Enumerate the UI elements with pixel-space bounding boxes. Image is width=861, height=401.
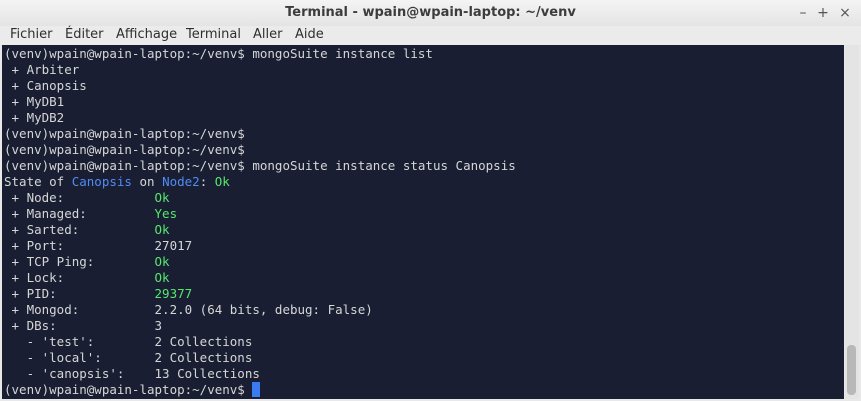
menu-aller[interactable]: Aller [253,27,282,42]
terminal-text: on [131,174,163,189]
terminal-line: (venv)wpain@wpain-laptop:~/venv$ [4,142,245,158]
terminal-text: Node2 [162,174,200,189]
scrollbar-thumb[interactable] [847,345,856,395]
terminal-text: + MyDB1 [4,94,65,109]
menu-bar: Fichier Éditer Affichage Terminal Aller … [0,26,861,45]
terminal-text: Ok [154,222,170,237]
close-icon[interactable]: × [835,3,855,23]
menu-editer[interactable]: Éditer [65,27,104,42]
terminal-text: : [199,174,215,189]
terminal-line: - 'local': 2 Collections [4,350,253,366]
menu-aide[interactable]: Aide [295,27,324,42]
terminal-line: + Arbiter [4,62,80,78]
terminal-text: + PID: [4,286,155,301]
terminal-text: Ok [154,270,170,285]
terminal-text: Ok [214,174,230,189]
terminal-text: State of [4,174,72,189]
menu-terminal[interactable]: Terminal [186,27,241,42]
terminal-text: (venv)wpain@wpain-laptop:~/venv$ mongoSu… [4,158,516,173]
terminal-text: + Managed: [4,206,155,221]
terminal-text: (venv)wpain@wpain-laptop:~/venv$ [4,126,245,141]
terminal-text: + Canopsis [4,78,87,93]
terminal-line: (venv)wpain@wpain-laptop:~/venv$ mongoSu… [4,46,433,62]
terminal-text: - 'local': 2 Collections [4,350,253,365]
terminal-text: (venv)wpain@wpain-laptop:~/venv$ [4,142,245,157]
terminal-line: (venv)wpain@wpain-laptop:~/venv$ [4,382,261,398]
terminal-text: + MyDB2 [4,110,65,125]
terminal-text: + Port: 27017 [4,238,193,253]
terminal-text: + Lock: [4,270,155,285]
terminal-line: - 'canopsis': 13 Collections [4,366,260,382]
terminal-text: + Arbiter [4,62,80,77]
terminal-line: + Lock: Ok [4,270,170,286]
terminal-window: Terminal - wpain@wpain-laptop: ~/venv – … [0,0,861,401]
terminal-line: + Mongod: 2.2.0 (64 bits, debug: False) [4,302,373,318]
terminal-line: + Canopsis [4,78,87,94]
terminal-text: + Node: [4,190,155,205]
terminal-line: - 'test': 2 Collections [4,334,253,350]
terminal-line: + Node: Ok [4,190,170,206]
terminal-line: State of Canopsis on Node2: Ok [4,174,230,190]
maximize-icon[interactable]: + [813,3,833,23]
terminal-text: Yes [154,206,178,221]
terminal-text: Ok [154,190,170,205]
terminal-line: + MyDB1 [4,94,65,110]
terminal-line: + PID: 29377 [4,286,193,302]
scrollbar[interactable] [845,45,859,399]
terminal-text: - 'canopsis': 13 Collections [4,366,260,381]
window-title: Terminal - wpain@wpain-laptop: ~/venv [285,5,576,20]
terminal-text: (venv)wpain@wpain-laptop:~/venv$ mongoSu… [4,46,433,61]
minimize-icon[interactable]: – [793,3,813,23]
terminal-line: + Sarted: Ok [4,222,170,238]
terminal-text: + Mongod: 2.2.0 (64 bits, debug: False) [4,302,373,317]
terminal-text: (venv)wpain@wpain-laptop:~/venv$ [4,382,253,397]
menu-fichier[interactable]: Fichier [10,27,53,42]
terminal-output[interactable]: (venv)wpain@wpain-laptop:~/venv$ mongoSu… [2,45,844,399]
cursor [252,382,261,397]
terminal-line: + MyDB2 [4,110,65,126]
terminal-line: (venv)wpain@wpain-laptop:~/venv$ mongoSu… [4,158,516,174]
menu-affichage[interactable]: Affichage [116,27,177,42]
title-bar[interactable]: Terminal - wpain@wpain-laptop: ~/venv – … [0,0,861,27]
terminal-text: + TCP Ping: [4,254,155,269]
terminal-text: + Sarted: [4,222,155,237]
terminal-line: + DBs: 3 [4,318,163,334]
terminal-line: + TCP Ping: Ok [4,254,170,270]
terminal-text: + DBs: 3 [4,318,163,333]
terminal-text: Canopsis [71,174,132,189]
terminal-text: Ok [154,254,170,269]
terminal-text: 29377 [154,286,193,301]
terminal-line: (venv)wpain@wpain-laptop:~/venv$ [4,126,245,142]
terminal-line: + Port: 27017 [4,238,193,254]
terminal-text: - 'test': 2 Collections [4,334,253,349]
terminal-line: + Managed: Yes [4,206,178,222]
